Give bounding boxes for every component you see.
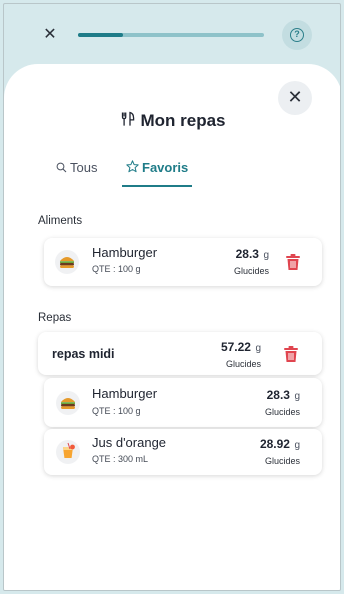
carbs-label: Glucides bbox=[233, 266, 269, 276]
progress-bar-fill bbox=[78, 33, 123, 37]
list-item[interactable]: Hamburger QTE : 100 g 28.3 g Glucides bbox=[44, 378, 322, 427]
search-icon bbox=[56, 162, 67, 173]
carbs-value: 57.22 bbox=[220, 340, 251, 354]
section-label-repas: Repas bbox=[38, 312, 72, 324]
list-item[interactable]: Hamburger QTE : 100 g 28.3 g Glucides bbox=[44, 238, 322, 286]
item-name: Jus d'orange bbox=[92, 435, 167, 450]
progress-bar bbox=[78, 33, 264, 37]
carbs-unit: g bbox=[263, 250, 269, 261]
meal-group-carbs: 57.22 g Glucides bbox=[181, 338, 261, 370]
item-quantity: QTE : 300 mL bbox=[92, 454, 149, 464]
tab-tous[interactable]: Tous bbox=[56, 157, 97, 187]
meal-group-header[interactable]: repas midi 57.22 g Glucides bbox=[38, 332, 322, 375]
item-name: Hamburger bbox=[92, 386, 158, 401]
page-title: Mon repas bbox=[4, 110, 340, 132]
carbs-unit: g bbox=[255, 343, 261, 354]
carbs-value: 28.92 bbox=[259, 437, 290, 451]
app-screen: ✕ ? ✕ Mon repas Tous Favoris Aliments Ha… bbox=[3, 3, 341, 591]
item-carbs: 28.92 g Glucides bbox=[220, 435, 300, 467]
tab-favoris-label: Favoris bbox=[142, 160, 189, 175]
item-name: Hamburger bbox=[92, 245, 158, 260]
star-icon bbox=[126, 160, 139, 173]
hamburger-icon bbox=[56, 391, 80, 415]
item-carbs: 28.3 g Glucides bbox=[220, 386, 300, 418]
meal-sheet: ✕ Mon repas Tous Favoris Aliments Hambur… bbox=[4, 64, 340, 590]
carbs-value: 28.3 bbox=[235, 247, 259, 261]
hamburger-icon bbox=[55, 250, 79, 274]
meal-group-name: repas midi bbox=[52, 347, 115, 361]
trash-icon[interactable] bbox=[283, 345, 299, 363]
close-icon[interactable]: ✕ bbox=[42, 26, 58, 42]
carbs-value: 28.3 bbox=[266, 388, 290, 402]
orange-juice-icon bbox=[56, 440, 80, 464]
carbs-label: Glucides bbox=[225, 359, 261, 369]
trash-icon[interactable] bbox=[285, 253, 301, 271]
top-bar: ✕ ? bbox=[4, 4, 340, 68]
item-carbs: 28.3 g Glucides bbox=[189, 245, 269, 277]
title-text: Mon repas bbox=[140, 111, 226, 130]
cutlery-icon bbox=[122, 111, 135, 126]
carbs-label: Glucides bbox=[264, 456, 300, 466]
help-button[interactable]: ? bbox=[282, 20, 312, 50]
tab-favoris[interactable]: Favoris bbox=[122, 157, 193, 187]
help-icon: ? bbox=[290, 28, 304, 42]
item-quantity: QTE : 100 g bbox=[92, 264, 141, 274]
carbs-label: Glucides bbox=[264, 407, 300, 417]
section-label-aliments: Aliments bbox=[38, 215, 83, 227]
tab-tous-label: Tous bbox=[70, 160, 98, 175]
carbs-unit: g bbox=[294, 440, 300, 451]
carbs-unit: g bbox=[294, 391, 300, 402]
list-item[interactable]: Jus d'orange QTE : 300 mL 28.92 g Glucid… bbox=[44, 429, 322, 475]
item-quantity: QTE : 100 g bbox=[92, 406, 141, 416]
